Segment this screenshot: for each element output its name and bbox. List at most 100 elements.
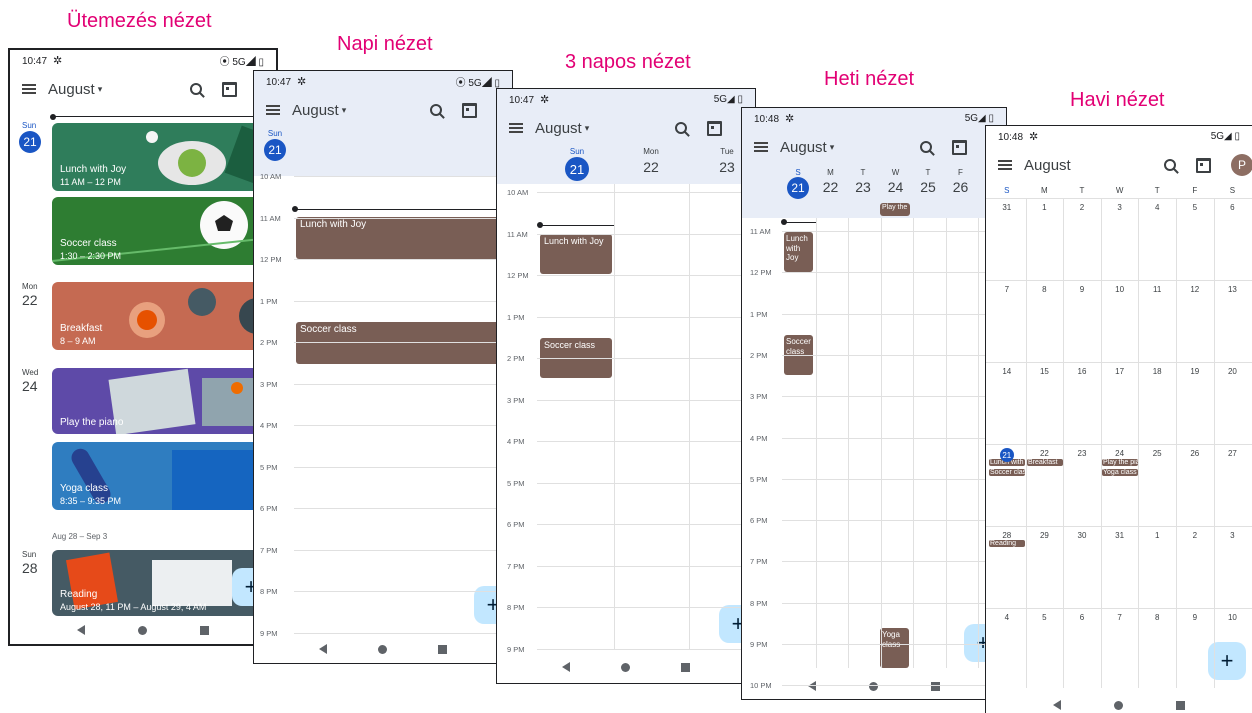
search-icon[interactable] — [430, 104, 442, 116]
date-cell[interactable]: 10 — [1101, 285, 1139, 294]
day-number[interactable]: 22 — [637, 159, 665, 175]
event-chip[interactable]: Reading — [989, 540, 1025, 547]
event-chip[interactable]: Lunch with Joy — [296, 217, 512, 259]
date-cell[interactable]: 6 — [1063, 613, 1101, 622]
today-icon[interactable] — [707, 120, 722, 136]
event-chip[interactable]: Yoga class — [880, 628, 909, 668]
search-icon[interactable] — [675, 122, 687, 134]
date-cell[interactable]: 11 — [1138, 285, 1176, 294]
month-selector[interactable]: August — [292, 102, 339, 119]
event-chip[interactable]: Play the piano — [1102, 459, 1138, 466]
date-cell[interactable]: 10 — [1214, 613, 1252, 622]
avatar[interactable]: P — [1231, 154, 1252, 176]
search-icon[interactable] — [190, 83, 202, 95]
all-day-event-chip[interactable]: Play the — [880, 203, 910, 216]
event-card[interactable]: Yoga class 8:35 – 9:35 PM — [52, 442, 276, 510]
today-date[interactable]: 21 — [787, 177, 809, 199]
event-chip[interactable]: Soccer class — [296, 322, 512, 364]
date-cell[interactable]: 29 — [1026, 531, 1064, 540]
date-cell[interactable]: 25 — [1138, 449, 1176, 458]
day-number[interactable]: 24 — [884, 179, 908, 195]
chevron-down-icon[interactable]: ▾ — [98, 84, 103, 95]
date-cell[interactable]: 3 — [1101, 203, 1139, 212]
back-icon[interactable] — [319, 644, 328, 654]
date-cell[interactable]: 18 — [1138, 367, 1176, 376]
date-cell[interactable]: 2 — [1176, 531, 1214, 540]
date-cell[interactable]: 3 — [1214, 531, 1252, 540]
date-cell[interactable]: 4 — [1138, 203, 1176, 212]
menu-icon[interactable] — [998, 160, 1012, 170]
home-icon[interactable] — [137, 625, 147, 635]
day-number[interactable]: 26 — [949, 179, 973, 195]
today-date[interactable]: 21 — [19, 131, 41, 153]
date-cell[interactable]: 4 — [988, 613, 1026, 622]
today-date[interactable]: 21 — [999, 448, 1014, 462]
date-cell[interactable]: 12 — [1176, 285, 1214, 294]
day-number[interactable]: 22 — [819, 179, 843, 195]
month-selector[interactable]: August — [780, 139, 827, 156]
date-cell[interactable]: 24 — [1101, 449, 1139, 458]
menu-icon[interactable] — [754, 142, 768, 152]
date-cell[interactable]: 7 — [1101, 613, 1139, 622]
month-selector[interactable]: August — [535, 120, 582, 137]
recents-icon[interactable] — [680, 662, 690, 672]
chevron-down-icon[interactable]: ▾ — [830, 142, 835, 153]
today-icon[interactable] — [952, 139, 967, 155]
event-chip[interactable]: Lunch with Joy — [540, 234, 612, 274]
date-cell[interactable]: 8 — [1138, 613, 1176, 622]
date-cell[interactable]: 31 — [1101, 531, 1139, 540]
home-icon[interactable] — [620, 662, 630, 672]
back-icon[interactable] — [76, 625, 85, 635]
date-cell[interactable]: 28 — [988, 531, 1026, 540]
date-cell[interactable]: 17 — [1101, 367, 1139, 376]
home-icon[interactable] — [377, 644, 387, 654]
day-number[interactable]: 25 — [916, 179, 940, 195]
date-cell[interactable]: 22 — [1026, 449, 1064, 458]
date-cell[interactable]: 26 — [1176, 449, 1214, 458]
event-chip[interactable]: Yoga class — [1102, 469, 1138, 476]
date-cell[interactable]: 9 — [1063, 285, 1101, 294]
today-icon[interactable] — [222, 81, 237, 97]
chevron-down-icon[interactable]: ▾ — [342, 105, 347, 116]
date-cell[interactable]: 15 — [1026, 367, 1064, 376]
recents-icon[interactable] — [437, 644, 447, 654]
date-cell[interactable]: 16 — [1063, 367, 1101, 376]
date-cell[interactable]: 13 — [1214, 285, 1252, 294]
menu-icon[interactable] — [509, 123, 523, 133]
search-icon[interactable] — [1164, 159, 1176, 171]
event-card[interactable]: Breakfast 8 – 9 AM — [52, 282, 276, 350]
date-cell[interactable]: 8 — [1026, 285, 1064, 294]
recents-icon[interactable] — [200, 625, 210, 635]
recents-icon[interactable] — [1176, 700, 1186, 710]
menu-icon[interactable] — [266, 105, 280, 115]
event-card[interactable]: Soccer class 1:30 – 2:30 PM — [52, 197, 276, 265]
event-card[interactable]: Play the piano — [52, 368, 276, 434]
date-cell[interactable]: 1 — [1026, 203, 1064, 212]
day-number[interactable]: 23 — [851, 179, 875, 195]
back-icon[interactable] — [1052, 700, 1061, 710]
event-chip[interactable]: Lunch with Joy — [784, 232, 813, 272]
event-chip[interactable]: Breakfast — [1027, 459, 1063, 466]
chevron-down-icon[interactable]: ▾ — [585, 123, 590, 134]
date-cell[interactable]: 23 — [1063, 449, 1101, 458]
day-number[interactable]: 23 — [713, 159, 741, 175]
date-cell[interactable]: 27 — [1214, 449, 1252, 458]
search-icon[interactable] — [920, 141, 932, 153]
date-cell[interactable]: 20 — [1214, 367, 1252, 376]
date-cell[interactable]: 2 — [1063, 203, 1101, 212]
today-icon[interactable] — [462, 102, 477, 118]
event-chip[interactable]: Soccer class — [989, 469, 1025, 476]
month-title[interactable]: August — [1024, 157, 1071, 174]
today-date[interactable]: 21 — [264, 139, 286, 161]
date-cell[interactable]: 5 — [1176, 203, 1214, 212]
date-cell[interactable]: 6 — [1214, 203, 1252, 212]
date-cell[interactable]: 19 — [1176, 367, 1214, 376]
date-cell[interactable]: 7 — [988, 285, 1026, 294]
today-icon[interactable] — [1196, 157, 1211, 173]
date-cell[interactable]: 31 — [988, 203, 1026, 212]
date-cell[interactable]: 30 — [1063, 531, 1101, 540]
date-cell[interactable]: 1 — [1138, 531, 1176, 540]
month-selector[interactable]: August — [48, 81, 95, 98]
menu-icon[interactable] — [22, 84, 36, 94]
date-cell[interactable]: 9 — [1176, 613, 1214, 622]
